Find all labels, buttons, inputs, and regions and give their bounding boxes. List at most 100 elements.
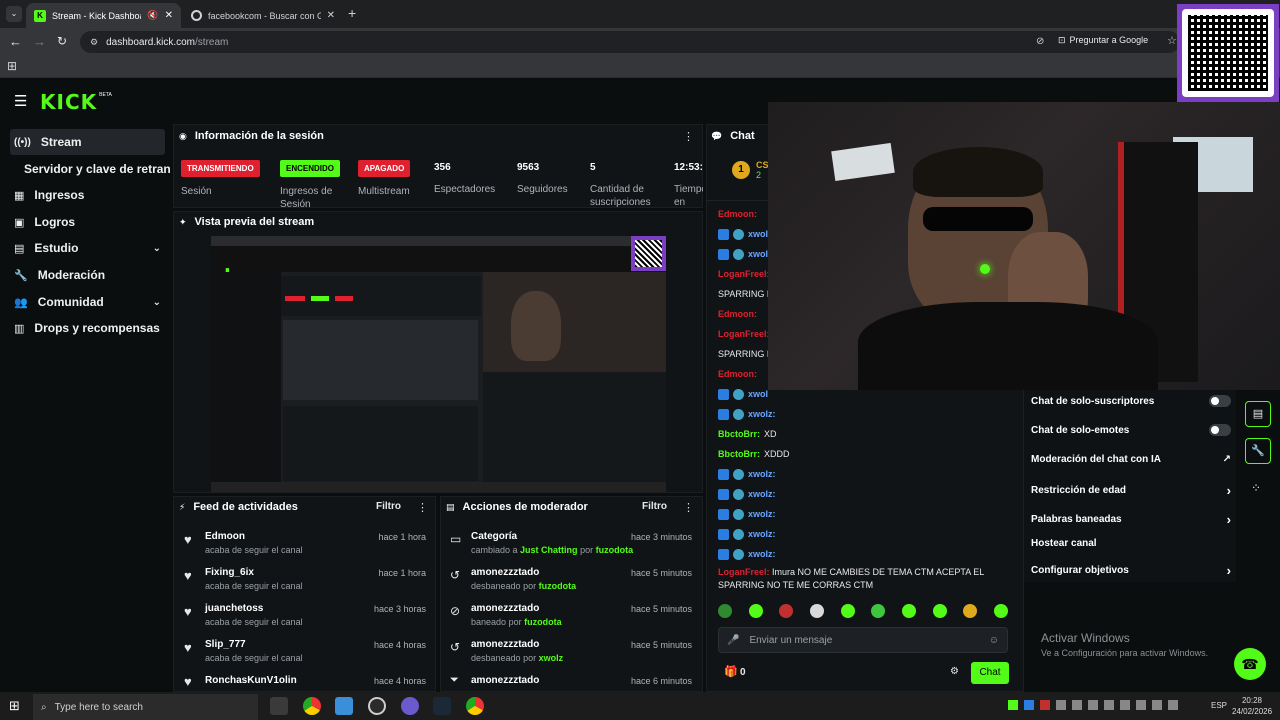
emoji-icon[interactable]: ☺ (989, 635, 999, 646)
menu-item-emotes-only[interactable]: Chat de solo-emotes (1031, 424, 1231, 436)
sidebar-item-logros[interactable]: ▣ Logros (10, 209, 165, 235)
sidebar-item-server-key[interactable]: Servidor y clave de retransm (20, 156, 170, 182)
menu-hamburger-icon[interactable]: ☰ (14, 92, 27, 110)
emote-icon[interactable] (779, 604, 794, 618)
chat-username[interactable]: Edmoon: (718, 309, 757, 319)
file-explorer-icon[interactable] (335, 697, 353, 715)
menu-item-ai-moderation[interactable]: Moderación del chat con IA ↗ (1031, 454, 1231, 465)
tab-search-icon[interactable]: ⌄ (6, 6, 22, 22)
tray-icon[interactable] (1008, 700, 1018, 710)
forward-icon[interactable]: → (33, 34, 46, 49)
ask-google-button[interactable]: ⊡ Preguntar a Google (1058, 35, 1148, 46)
emote-icon[interactable] (718, 604, 732, 618)
activity-username[interactable]: Fixing_6ix (205, 567, 254, 578)
mute-icon[interactable]: 🔇 (147, 10, 158, 21)
emote-icon[interactable] (871, 604, 886, 618)
rail-mod-button[interactable]: 🔧 (1245, 438, 1271, 464)
emotes-only-toggle[interactable] (1209, 424, 1231, 436)
eye-off-icon[interactable]: ⊘ (1036, 36, 1044, 47)
activity-username[interactable]: Slip_777 (205, 639, 246, 650)
more-options-icon[interactable]: ⋮ (417, 501, 428, 514)
tray-icon[interactable] (1104, 700, 1114, 710)
windows-start-icon[interactable]: ⊞ (9, 698, 20, 714)
menu-item-banned-words[interactable]: Palabras baneadas › (1031, 512, 1231, 527)
stream-preview-video[interactable]: ▮ (211, 236, 666, 492)
chat-username[interactable]: LoganFreel: (718, 269, 770, 279)
activity-username[interactable]: Edmoon (205, 531, 245, 542)
tray-icon[interactable] (1168, 700, 1178, 710)
detail-target[interactable]: Just Chatting (520, 545, 578, 555)
sidebar-item-drops[interactable]: ▥ Drops y recompensas (10, 315, 165, 341)
bookmark-star-icon[interactable]: ☆ (1167, 34, 1177, 47)
tray-icon[interactable] (1072, 700, 1082, 710)
emote-icon[interactable] (993, 604, 1008, 618)
menu-item-age-restriction[interactable]: Restricción de edad › (1031, 483, 1231, 498)
chat-username[interactable]: xwol (748, 229, 768, 239)
tray-icon[interactable] (1040, 700, 1050, 710)
new-tab-icon[interactable]: + (348, 5, 356, 21)
apps-grid-icon[interactable]: ⊞ (7, 59, 17, 73)
chat-username[interactable]: xwolz: (748, 469, 776, 479)
chat-username[interactable]: LoganFreel: (718, 329, 770, 339)
tray-icon[interactable] (1120, 700, 1130, 710)
taskbar-search[interactable]: ⌕ Type here to search (33, 694, 258, 720)
emote-icon[interactable] (840, 604, 855, 618)
tray-icon[interactable] (1136, 700, 1146, 710)
menu-item-host-channel[interactable]: Hostear canal (1031, 538, 1231, 549)
support-chat-button[interactable]: ☎ (1234, 648, 1266, 680)
rail-chat-button[interactable]: ▤ (1245, 401, 1271, 427)
mod-action-name[interactable]: amonezzztado (471, 675, 539, 686)
close-tab-icon[interactable]: ✕ (165, 10, 173, 21)
chat-settings-icon[interactable]: ⚙ (950, 666, 959, 677)
detail-moderator[interactable]: fuzodota (539, 581, 577, 591)
mod-action-name[interactable]: amonezzztado (471, 639, 539, 650)
tray-icon[interactable] (1152, 700, 1162, 710)
activity-username[interactable]: juanchetoss (205, 603, 263, 614)
sidebar-item-stream[interactable]: ((•)) Stream (10, 129, 165, 155)
url-field[interactable]: ⚙ dashboard.kick.com/stream (80, 31, 1180, 53)
app-icon[interactable] (401, 697, 419, 715)
mod-action-name[interactable]: amonezzztado (471, 567, 539, 578)
detail-moderator[interactable]: xwolz (539, 653, 564, 663)
emote-icon[interactable] (809, 604, 824, 618)
chat-send-button[interactable]: Chat (971, 662, 1009, 684)
mod-filter-button[interactable]: Filtro (642, 501, 667, 512)
chat-username[interactable]: LoganFreel: (718, 567, 770, 577)
sidebar-item-estudio[interactable]: ▤ Estudio ⌄ (10, 235, 165, 261)
chat-username[interactable]: xwolz: (748, 529, 776, 539)
reload-icon[interactable]: ↻ (57, 34, 67, 48)
tab-kick-dashboard[interactable]: K Stream - Kick Dashboard 🔇 ✕ (26, 3, 181, 28)
emote-icon[interactable] (748, 604, 763, 618)
rail-more-icon[interactable]: ⁘ (1251, 481, 1261, 495)
tab-facebook-search[interactable]: facebookcom - Buscar con Goo ✕ (183, 3, 343, 28)
sidebar-item-moderacion[interactable]: 🔧 Moderación (10, 262, 165, 288)
taskbar-clock[interactable]: 20:28 24/02/2026 (1232, 695, 1272, 717)
chat-username[interactable]: xwolz: (748, 509, 776, 519)
activity-username[interactable]: RonchasKunV1olin (205, 675, 297, 686)
task-view-icon[interactable] (270, 697, 288, 715)
chat-username[interactable]: xwol (748, 249, 768, 259)
subscribers-only-toggle[interactable] (1209, 395, 1231, 407)
site-info-icon[interactable]: ⚙ (90, 37, 98, 48)
chat-username[interactable]: BbctoBrr: (718, 449, 760, 459)
back-icon[interactable]: ← (9, 34, 22, 49)
chat-username[interactable]: xwolz: (748, 549, 776, 559)
chat-username[interactable]: Edmoon: (718, 369, 757, 379)
chat-username[interactable]: xwolz: (748, 409, 776, 419)
sidebar-item-comunidad[interactable]: 👥 Comunidad ⌄ (10, 289, 165, 315)
emote-icon[interactable] (901, 604, 916, 618)
detail-moderator[interactable]: fuzodota (524, 617, 562, 627)
chat-username[interactable]: BbctoBrr: (718, 429, 760, 439)
chrome-icon[interactable] (303, 697, 321, 715)
points-icon[interactable]: 🎁 (724, 665, 738, 678)
emote-icon[interactable] (932, 604, 947, 618)
chat-username[interactable]: Edmoon: (718, 209, 757, 219)
chat-username[interactable]: xwolz: (748, 489, 776, 499)
more-options-icon[interactable]: ⋮ (683, 130, 694, 143)
menu-item-goals[interactable]: Configurar objetivos › (1031, 563, 1231, 578)
sidebar-item-ingresos[interactable]: ▦ Ingresos (10, 182, 165, 208)
menu-item-subscribers-only[interactable]: Chat de solo-suscriptores (1031, 395, 1231, 407)
detail-moderator[interactable]: fuzodota (596, 545, 634, 555)
chrome-active-icon[interactable] (466, 697, 484, 715)
mod-action-name[interactable]: amonezzztado (471, 603, 539, 614)
